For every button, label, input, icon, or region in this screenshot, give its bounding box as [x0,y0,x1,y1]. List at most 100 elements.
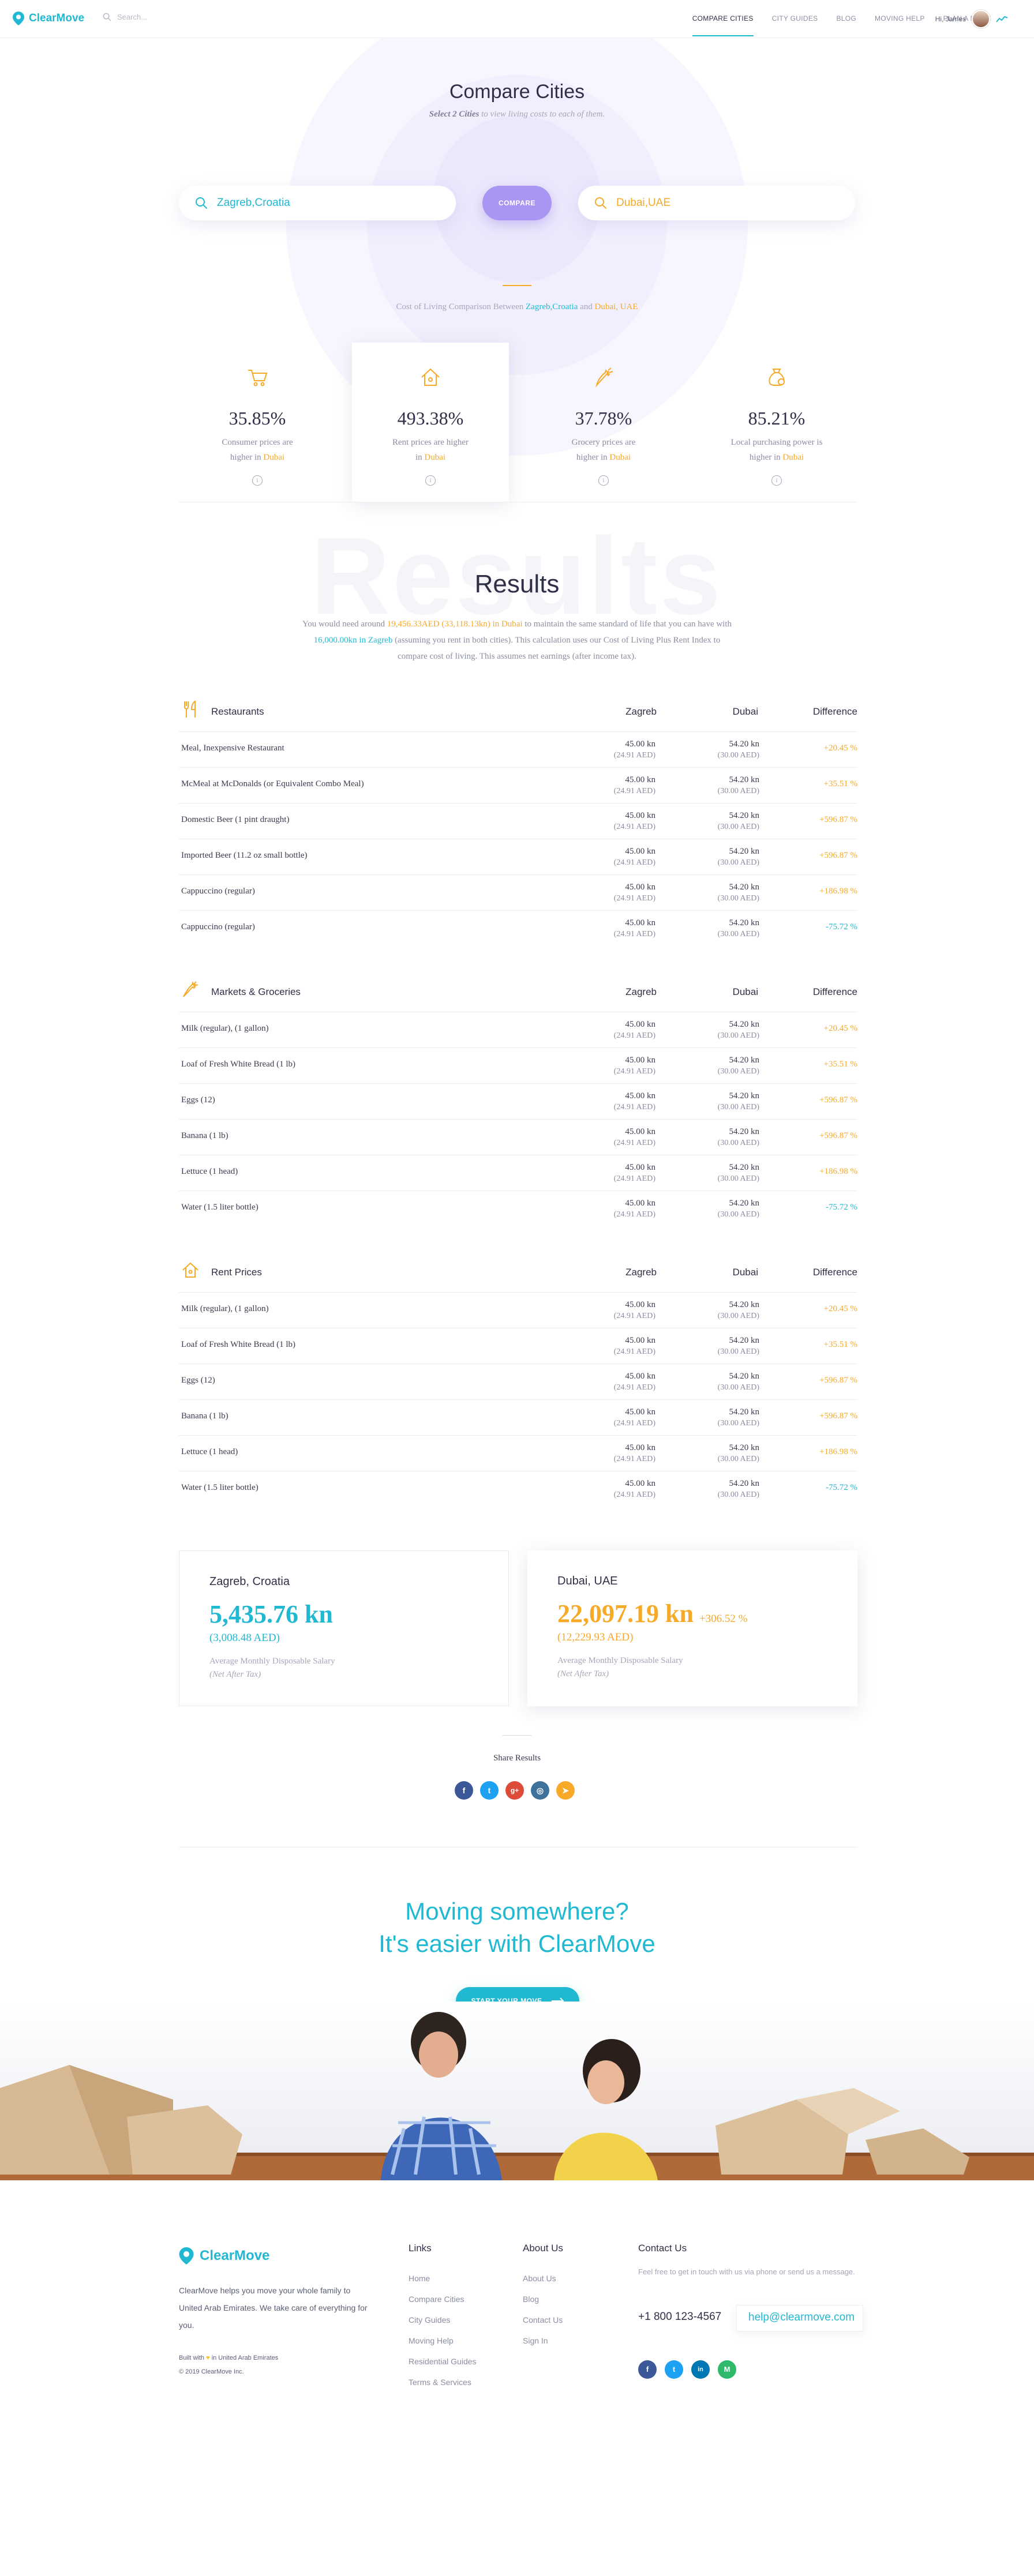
google-plus-icon[interactable]: g+ [505,1781,524,1800]
user-menu[interactable]: Hi, James [935,10,1009,28]
city2-field[interactable]: Dubai,UAE [578,186,855,220]
footer-link[interactable]: City Guides [409,2310,477,2330]
footer-about: ClearMove helps you move your whole fami… [179,2286,368,2330]
instagram-icon[interactable]: ◎ [531,1781,549,1800]
brand-name: ClearMove [29,12,85,24]
table-row: Water (1.5 liter bottle) 45.00 kn (24.91 A… [179,1191,857,1226]
footer-link[interactable]: Blog [523,2289,563,2310]
avatar[interactable] [972,10,990,28]
footer-about-title: About Us [523,2243,563,2254]
city1-field[interactable]: Zagreb,Croatia [179,186,456,220]
footer-links-title: Links [409,2243,432,2254]
city2-input[interactable]: Dubai,UAE [616,197,670,209]
heart-icon: ♥ [206,2355,210,2361]
stat-description: Grocery prices are higher in Dubai [571,438,636,462]
table-row: Eggs (12) 45.00 kn (24.91 AED) 54.20 kn (30.… [179,1083,857,1119]
footer-link[interactable]: Moving Help [409,2330,477,2351]
footer-phone[interactable]: +1 800 123-4567 [638,2311,721,2323]
cart-icon [248,370,268,386]
city1-input[interactable]: Zagreb,Croatia [217,197,290,209]
brand-logo[interactable]: ClearMove [13,12,84,25]
table-row: Water (1.5 liter bottle) 45.00 kn (24.91 A… [179,1471,857,1507]
top-header: ClearMove Search... COMPARE CITIES CITY … [0,0,1034,38]
share-title: Share Results [493,1753,541,1763]
footer-link[interactable]: Compare Cities [409,2289,477,2310]
stat-value: 37.78% [575,408,632,429]
salary-difference: +306.52 % [699,1613,748,1625]
table-row: Milk (regular), (1 gallon) 45.00 kn (24.91… [179,1012,857,1047]
compare-button[interactable]: COMPARE [482,186,552,220]
footer-link[interactable]: Home [409,2268,477,2289]
money-bag-icon [769,369,785,386]
twitter-icon[interactable]: t [480,1781,499,1800]
salary-amount: 5,435.76 kn [209,1600,333,1628]
house-icon [182,1262,198,1278]
footer-contact-title: Contact Us [638,2243,687,2254]
facebook-icon[interactable]: f [638,2360,657,2379]
info-icon[interactable]: i [771,475,782,486]
footer-link[interactable]: About Us [523,2268,563,2289]
footer-link[interactable]: Residential Guides [409,2351,477,2372]
search-input[interactable]: Search... [117,13,147,21]
telegram-icon[interactable]: ➤ [556,1781,575,1800]
col-city2: Dubai [732,706,758,717]
location-pin-icon [13,12,24,25]
table-row: Banana (1 lb) 45.00 kn (24.91 AED) 54.20 kn… [179,1119,857,1155]
fork-knife-icon [184,700,196,718]
col-difference: Difference [812,1267,857,1278]
footer-link[interactable]: Terms & Services [409,2372,477,2393]
nav-compare-cities[interactable]: COMPARE CITIES [692,14,754,36]
activity-icon[interactable] [996,15,1009,23]
user-greeting: Hi, James [935,15,966,23]
page-title: Compare Cities [449,81,585,103]
nav-blog[interactable]: BLOG [836,14,856,22]
table-header: Markets & Groceries Zagreb Dubai Differe… [179,979,857,1012]
info-icon[interactable]: i [598,475,609,486]
linkedin-icon[interactable]: in [691,2360,710,2379]
search-icon [595,197,607,209]
col-difference: Difference [812,706,857,717]
search-icon [103,13,111,21]
table-row: Domestic Beer (1 pint draught) 45.00 kn (2… [179,803,857,839]
search-bar[interactable]: Search... [103,13,147,21]
table-header: Rent Prices Zagreb Dubai Difference [179,1260,857,1292]
salary-label: Average Monthly Disposable Salary (Net Af… [209,1657,335,1679]
table-row: Banana (1 lb) 45.00 kn (24.91 AED) 54.20 kn… [179,1399,857,1435]
footer-link[interactable]: Sign In [523,2330,563,2351]
footer-about-links: About Us Blog Contact Us Sign In [523,2268,563,2351]
table-row: Lettuce (1 head) 45.00 kn (24.91 AED) 54.20… [179,1435,857,1471]
medium-icon[interactable]: M [718,2360,736,2379]
table-row: Cappuccino (regular) 45.00 kn (24.91 AED) 5… [179,874,857,910]
col-city2: Dubai [732,986,758,997]
table-rent-prices: Rent Prices Zagreb Dubai Difference Milk… [179,1260,857,1507]
table-markets-groceries: Markets & Groceries Zagreb Dubai Differe… [179,979,857,1226]
salary-aed: (3,008.48 AED) [209,1632,280,1644]
cta-heading: Moving somewhere? [405,1898,629,1925]
table-row: Cappuccino (regular) 45.00 kn (24.91 AED) 5… [179,910,857,946]
salary-label: Average Monthly Disposable Salary (Net Af… [557,1656,683,1678]
footer-link[interactable]: Contact Us [523,2310,563,2330]
cta-subheading: It's easier with ClearMove [379,1930,655,1957]
table-row: Milk (regular), (1 gallon) 45.00 kn (24.91… [179,1292,857,1328]
table-title: Markets & Groceries [211,986,301,997]
carrot-icon [595,367,613,388]
divider [503,1735,531,1736]
house-icon [421,368,440,386]
twitter-icon[interactable]: t [665,2360,683,2379]
table-row: Meal, Inexpensive Restaurant 45.00 kn (24.… [179,731,857,767]
search-icon [196,197,208,209]
nav-moving-help[interactable]: MOVING HELP [875,14,925,22]
footer-email[interactable]: help@clearmove.com [736,2305,863,2331]
results-title: Results [474,570,560,598]
salary-amount: 22,097.19 kn +306.52 % [557,1599,748,1628]
stat-card-consumer: 35.85% Consumer prices are higher in Duba… [179,343,336,502]
info-icon[interactable]: i [252,475,263,486]
page-subtitle: Select 2 Cities to view living costs to … [429,110,605,119]
footer-logo[interactable]: ClearMove [179,2247,269,2265]
facebook-icon[interactable]: f [455,1781,473,1800]
footer-copyright: © 2019 ClearMove Inc. [179,2368,244,2375]
info-icon[interactable]: i [425,475,436,486]
nav-city-guides[interactable]: CITY GUIDES [772,14,818,22]
stat-value: 85.21% [748,408,806,429]
stat-card-grocery: 37.78% Grocery prices are higher in Dubai… [525,343,682,502]
